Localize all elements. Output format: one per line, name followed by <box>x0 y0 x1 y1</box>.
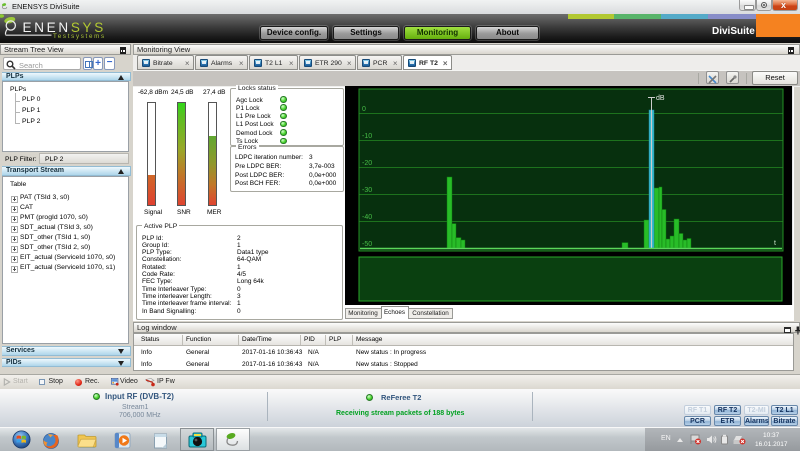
svg-text:0: 0 <box>362 106 366 113</box>
svg-text:-30: -30 <box>362 187 372 194</box>
svg-text:-50: -50 <box>362 241 372 248</box>
svg-text:t: t <box>774 240 776 247</box>
svg-text:-40: -40 <box>362 214 372 221</box>
svg-text:dB: dB <box>656 95 665 102</box>
svg-text:-20: -20 <box>362 160 372 167</box>
svg-text:-10: -10 <box>362 133 372 140</box>
svg-text:Testsystems: Testsystems <box>53 33 106 40</box>
